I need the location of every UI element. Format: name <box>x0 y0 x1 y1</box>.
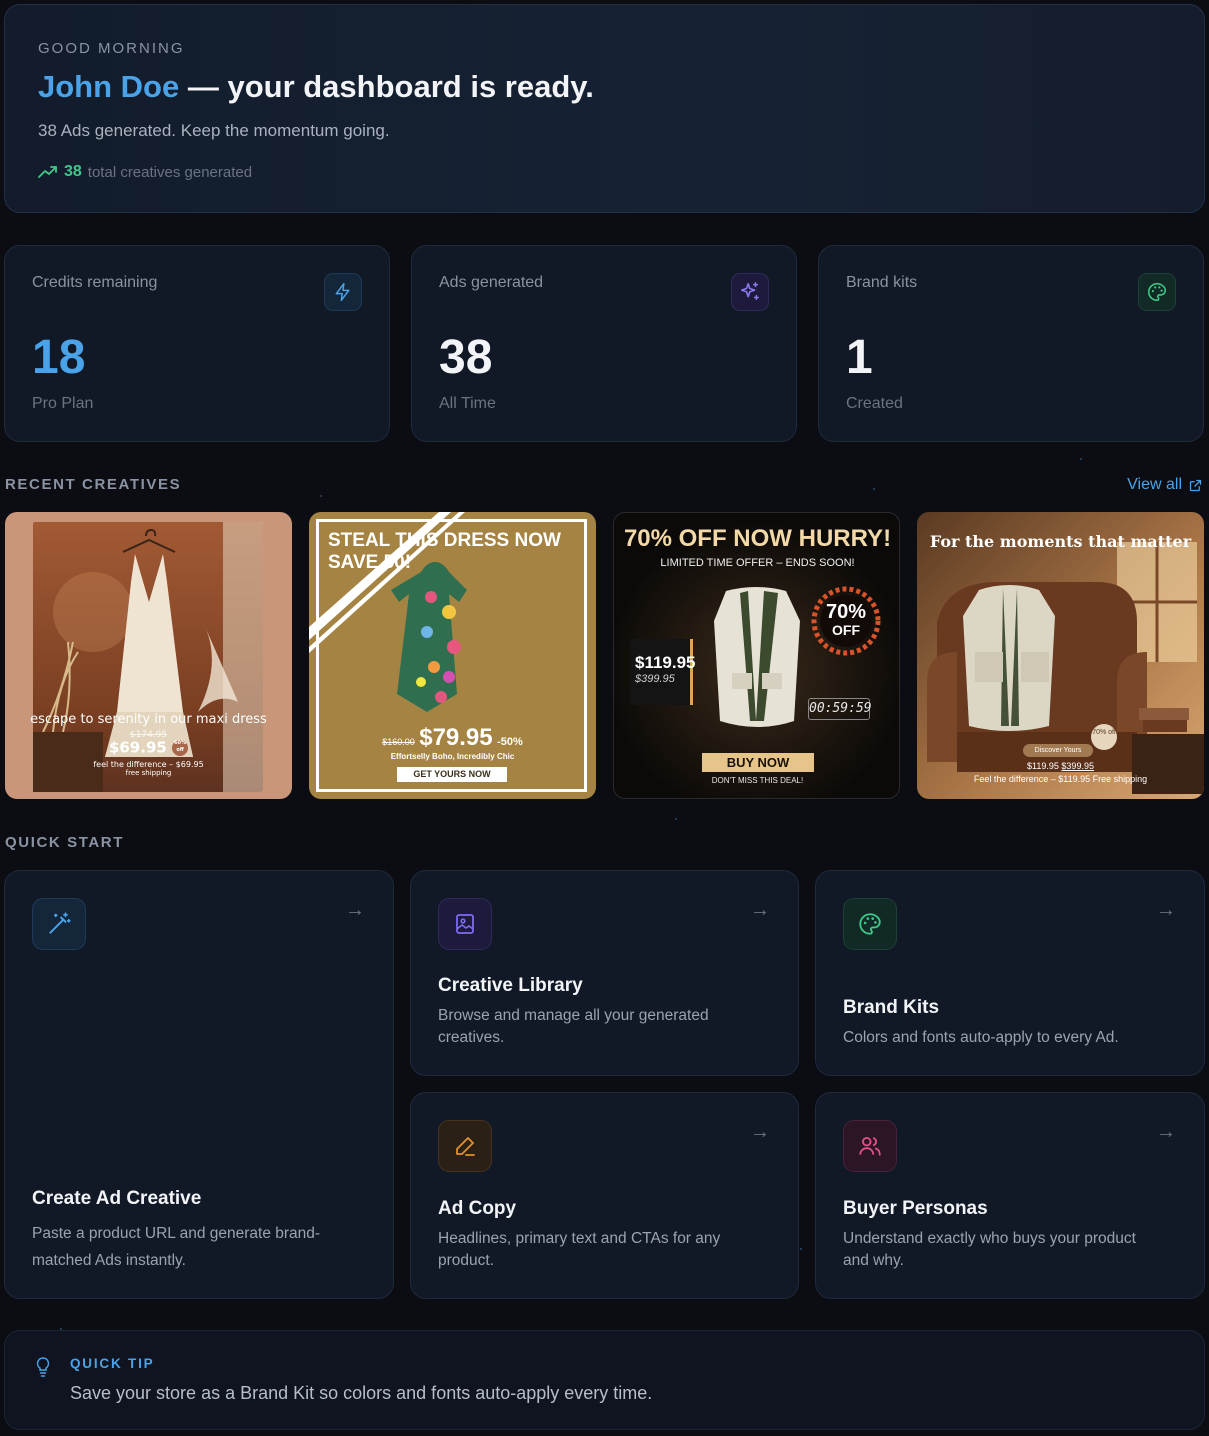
arrow-right-icon: → <box>1156 899 1176 921</box>
quick-start-title-text: Create Ad Creative <box>32 1188 202 1209</box>
creative-price-row: $119.95 $399.95 <box>917 761 1204 771</box>
greeting-label: GOOD MORNING <box>38 40 185 57</box>
creative-badge: 60% off <box>172 740 189 756</box>
quick-start-desc: Understand exactly who buys your product… <box>843 1230 1136 1269</box>
sparkles-icon <box>731 273 769 311</box>
stat-value: 1 <box>846 331 873 384</box>
creative-price-box: $119.95 $399.95 <box>630 639 696 705</box>
creative-thumbnail[interactable]: 70% OFF NOW HURRY! LIMITED TIME OFFER – … <box>613 512 900 799</box>
creative-footer: Feel the difference – $119.95 Free shipp… <box>973 774 1148 784</box>
quick-start-title-text: Buyer Personas <box>843 1198 988 1219</box>
view-all-link[interactable]: View all <box>1127 476 1203 494</box>
trend-label: total creatives generated <box>87 163 253 181</box>
quick-start-desc: Colors and fonts auto-apply to every Ad. <box>843 1029 1119 1046</box>
badge-top: 70% <box>825 601 867 623</box>
quick-start-creative-library[interactable]: → Creative Library Browse and manage all… <box>410 870 799 1076</box>
countdown-timer: 00:59:59 <box>808 698 872 720</box>
quick-start-desc: Browse and manage all your generated cre… <box>438 1007 709 1046</box>
quick-start-desc: Paste a product URL and generate brand-m… <box>32 1225 321 1269</box>
quick-start-create-ad[interactable]: → Create Ad Creative Paste a product URL… <box>4 870 394 1299</box>
creative-headline-line2: SAVE 50! <box>328 552 412 573</box>
creative-old-price: $174.95 <box>129 730 168 740</box>
headline-text: — your dashboard is ready. <box>179 69 594 104</box>
creative-price-value: $69.95 <box>108 738 167 757</box>
stat-footer: Pro Plan <box>32 395 94 412</box>
arrow-right-icon: → <box>345 899 365 921</box>
quick-tip-text: Save your store as a Brand Kit so colors… <box>70 1383 653 1403</box>
creative-headline: For the moments that matter <box>929 532 1192 551</box>
external-link-icon <box>1189 479 1202 491</box>
quick-tip-card: QUICK TIP Save your store as a Brand Kit… <box>4 1330 1205 1430</box>
arrow-right-icon: → <box>750 899 770 921</box>
image-icon <box>438 898 492 950</box>
creative-headline-line1: STEAL THIS DRESS NOW <box>328 530 561 551</box>
quick-start-buyer-personas[interactable]: → Buyer Personas Understand exactly who … <box>815 1092 1205 1299</box>
stat-card-credits: Credits remaining 18 Pro Plan <box>4 245 390 442</box>
creative-pill: Discover Yours <box>1023 744 1093 757</box>
creative-thumbnail[interactable]: escape to serenity in our maxi dress $17… <box>5 512 292 799</box>
arrow-right-icon: → <box>750 1121 770 1143</box>
creative-caption: escape to serenity in our maxi dress <box>30 712 267 727</box>
stat-value: 18 <box>32 331 86 384</box>
creative-cta: BUY NOW <box>702 753 814 772</box>
dashboard-headline: John Doe — your dashboard is ready. <box>38 69 594 105</box>
creative-old-price: $160.00 <box>382 737 415 747</box>
quick-tip-title: QUICK TIP <box>70 1356 155 1371</box>
quick-start-desc: Headlines, primary text and CTAs for any… <box>438 1230 721 1269</box>
quick-start-title-text: Brand Kits <box>843 997 940 1018</box>
view-all-label: View all <box>1127 476 1182 493</box>
users-icon <box>843 1120 897 1172</box>
creative-price: $69.95 60% off <box>5 740 292 756</box>
trend-value: 38 <box>64 163 82 180</box>
quick-start-ad-copy[interactable]: → Ad Copy Headlines, primary text and CT… <box>410 1092 799 1299</box>
creative-price: $79.95 <box>419 724 493 751</box>
palette-icon <box>1138 273 1176 311</box>
trend-summary: 38 total creatives generated <box>38 163 252 181</box>
creative-price: $119.95 <box>635 653 696 672</box>
stat-label: Credits remaining <box>32 274 158 291</box>
creative-discount-badge: 70% OFF <box>821 601 871 639</box>
pencil-icon <box>438 1120 492 1172</box>
quick-start-title-text: Creative Library <box>438 975 583 996</box>
stat-label: Brand kits <box>846 274 918 291</box>
stat-footer: All Time <box>439 395 496 412</box>
creative-headline: STEAL THIS DRESS NOW SAVE 50! <box>328 530 561 574</box>
quick-start-brand-kits[interactable]: → Brand Kits Colors and fonts auto-apply… <box>815 870 1205 1076</box>
creative-discount: -50% <box>497 736 523 748</box>
creative-footer: feel the difference – $69.95 <box>93 760 204 769</box>
creative-footer-2: free shipping <box>125 769 172 777</box>
creative-thumbnail[interactable]: For the moments that matter 70% off Disc… <box>917 512 1204 799</box>
lightning-icon <box>324 273 362 311</box>
magic-wand-icon <box>32 898 86 950</box>
creative-cta: GET YOURS NOW <box>397 767 507 782</box>
creative-price: $119.95 <box>1027 761 1059 771</box>
lightbulb-icon <box>36 1357 50 1377</box>
creative-overlay: escape to serenity in our maxi dress $17… <box>5 712 292 777</box>
stat-footer: Created <box>846 395 903 412</box>
creative-old-price: $399.95 <box>635 673 675 685</box>
recent-creatives-title: RECENT CREATIVES <box>5 476 182 493</box>
creative-tagline: Effortselly Boho, Incredibly Chic <box>390 752 515 761</box>
stat-value: 38 <box>439 331 493 384</box>
quick-start-title: QUICK START <box>5 834 124 851</box>
hero-subtitle: 38 Ads generated. Keep the momentum goin… <box>38 121 390 140</box>
palette-icon <box>843 898 897 950</box>
arrow-right-icon: → <box>1156 1121 1176 1143</box>
creative-badge: 70% off <box>1091 724 1117 750</box>
quick-start-title-text: Ad Copy <box>438 1198 517 1219</box>
creative-price-row: $160.00 $79.95 -50% <box>309 724 596 752</box>
badge-bottom: OFF <box>832 622 860 638</box>
creative-thumbnail[interactable]: STEAL THIS DRESS NOW SAVE 50! $160.00 $7… <box>309 512 596 799</box>
trending-up-icon <box>38 166 57 178</box>
stat-card-ads: Ads generated 38 All Time <box>411 245 797 442</box>
creative-old-price: $399.95 <box>1061 761 1094 771</box>
creative-footer: DON'T MISS THIS DEAL! <box>711 776 804 785</box>
welcome-banner: GOOD MORNING John Doe — your dashboard i… <box>4 4 1205 213</box>
user-name: John Doe <box>38 69 180 104</box>
stat-card-brand-kits: Brand kits 1 Created <box>818 245 1204 442</box>
stat-label: Ads generated <box>439 274 544 291</box>
